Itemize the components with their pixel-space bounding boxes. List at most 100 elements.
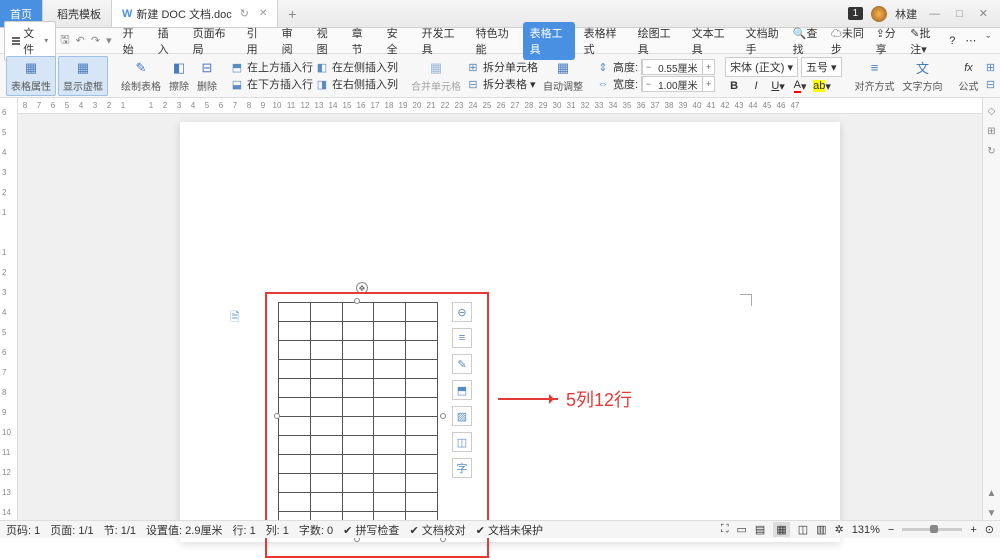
rside-scroll-up[interactable]: ▲	[985, 486, 999, 500]
status-words[interactable]: 字数: 0	[299, 522, 333, 538]
insert-below-button[interactable]: ⬓在下方插入行	[230, 76, 313, 92]
status-row[interactable]: 行: 1	[232, 522, 255, 538]
menu-dev[interactable]: 开发工具	[415, 22, 467, 60]
view-web-icon[interactable]: ▭	[737, 523, 747, 536]
erase-button[interactable]: ◧擦除	[166, 59, 192, 93]
view-fullscreen-icon[interactable]: ⛶	[721, 523, 729, 536]
menu-review[interactable]: 审阅	[275, 22, 308, 60]
showvr-button[interactable]: ▦显示虚框	[58, 56, 108, 96]
status-section[interactable]: 节: 1/1	[104, 522, 136, 538]
handle-w[interactable]	[274, 413, 280, 419]
highlight-button[interactable]: ab▾	[813, 78, 831, 94]
more-icon[interactable]: ⋯	[965, 34, 976, 47]
menu-ref[interactable]: 引用	[240, 22, 273, 60]
merge-button[interactable]: ▦合并单元格	[408, 59, 464, 93]
insert-above-button[interactable]: ⬒在上方插入行	[230, 59, 313, 75]
table[interactable]	[278, 302, 438, 531]
sidetool-chart[interactable]: ◫	[452, 432, 472, 452]
rside-scroll-down[interactable]: ▼	[985, 506, 999, 520]
menu-layout[interactable]: 页面布局	[186, 22, 238, 60]
insert-left-button[interactable]: ◧在左侧插入列	[315, 59, 398, 75]
insert-right-button[interactable]: ◨在右侧插入列	[315, 76, 398, 92]
help-icon[interactable]: ?	[949, 35, 955, 47]
menu-start[interactable]: 开始	[116, 22, 149, 60]
status-proof[interactable]: ✔ 文档校对	[409, 522, 465, 538]
zoom-fit-icon[interactable]: ⊙	[985, 523, 994, 536]
sidetool-pen[interactable]: ✎	[452, 354, 472, 374]
menu-special[interactable]: 特色功能	[469, 22, 521, 60]
status-setpos[interactable]: 设置值: 2.9厘米	[146, 522, 222, 538]
rside-btn3[interactable]: ↻	[985, 144, 999, 158]
repeathdr-button[interactable]: ⊟标题行重复	[984, 76, 1000, 92]
zoom-label[interactable]: 131%	[852, 524, 880, 536]
italic-button[interactable]: I	[747, 78, 765, 94]
menu-insert[interactable]: 插入	[151, 22, 184, 60]
view-print-icon[interactable]: ▦	[773, 522, 789, 537]
menu-tablestyle[interactable]: 表格样式	[577, 22, 629, 60]
qat-save-icon[interactable]: 🖫	[58, 31, 71, 50]
drawtable-button[interactable]: ✎绘制表格	[118, 59, 164, 93]
view-focus-icon[interactable]: ✲	[835, 523, 844, 536]
status-protect[interactable]: ✔ 文档未保护	[476, 522, 543, 538]
quickcalc-button[interactable]: ⊞快速计算▾	[984, 59, 1000, 75]
width-spinner[interactable]: −1.00厘米+	[641, 76, 715, 92]
search-button[interactable]: 🔍查找	[793, 25, 821, 57]
menu-section[interactable]: 章节	[345, 22, 378, 60]
zoom-in-icon[interactable]: +	[970, 524, 976, 536]
avatar[interactable]	[871, 6, 887, 22]
align-button[interactable]: ≡对齐方式	[852, 59, 898, 93]
qat-more-icon[interactable]: ▾	[104, 34, 114, 47]
handle-e[interactable]	[440, 413, 446, 419]
delete-button[interactable]: ⊟删除	[194, 59, 220, 93]
menu-view[interactable]: 视图	[310, 22, 343, 60]
zoom-out-icon[interactable]: −	[888, 524, 894, 536]
sync-button[interactable]: ☁未同步	[831, 25, 866, 57]
maximize-icon[interactable]: □	[952, 8, 967, 20]
view-read-icon[interactable]: ◫	[798, 523, 808, 536]
qat-undo-icon[interactable]: ↶	[74, 34, 87, 47]
menu-drawtool[interactable]: 绘图工具	[631, 22, 683, 60]
view-outline-icon[interactable]: ▤	[755, 523, 765, 536]
comment-button[interactable]: ✎批注▾	[910, 25, 939, 57]
collapse-ribbon-icon[interactable]: ˇ	[986, 35, 990, 47]
refresh-icon[interactable]: ↻	[240, 7, 249, 20]
close-tab-icon[interactable]: ✕	[259, 8, 267, 19]
fontcolor-button[interactable]: A▾	[791, 78, 809, 94]
sidetool-text[interactable]: 字	[452, 458, 472, 478]
minimize-icon[interactable]: —	[925, 8, 944, 20]
vertical-ruler[interactable]: 6543211234567891011121314	[0, 98, 18, 520]
badge[interactable]: 1	[848, 7, 864, 20]
status-col[interactable]: 列: 1	[266, 522, 289, 538]
share-button[interactable]: ⇪分享	[876, 25, 901, 57]
rside-btn1[interactable]: ◇	[985, 104, 999, 118]
view-book-icon[interactable]: ▥	[816, 523, 826, 536]
status-pages[interactable]: 页面: 1/1	[50, 522, 93, 538]
menu-file[interactable]: 文件▾	[4, 21, 56, 61]
qat-redo-icon[interactable]: ↷	[89, 34, 102, 47]
sidetool-minus[interactable]: ⊖	[452, 302, 472, 322]
menu-safe[interactable]: 安全	[380, 22, 413, 60]
status-spell[interactable]: ✔ 拼写检查	[343, 522, 399, 538]
sidetool-align[interactable]: ≡	[452, 328, 472, 348]
splitcell-button[interactable]: ⊞拆分单元格	[466, 59, 538, 75]
zoom-slider[interactable]	[902, 528, 962, 531]
height-spinner[interactable]: −0.55厘米+	[641, 59, 715, 75]
horizontal-ruler[interactable]: 8765432112345678910111213141516171819202…	[18, 98, 982, 114]
sidetool-fill[interactable]: ⬒	[452, 380, 472, 400]
splittable-button[interactable]: ⊟拆分表格▾	[466, 76, 538, 92]
status-page[interactable]: 页码: 1	[6, 522, 40, 538]
close-icon[interactable]: ✕	[975, 7, 992, 20]
textdir-button[interactable]: 文文字方向	[900, 59, 946, 93]
bold-button[interactable]: B	[725, 78, 743, 94]
rside-btn2[interactable]: ⊞	[985, 124, 999, 138]
fontsize-select[interactable]: 五号▾	[801, 57, 842, 77]
handle-n[interactable]	[354, 298, 360, 304]
sidetool-image[interactable]: ▨	[452, 406, 472, 426]
menu-tabletool[interactable]: 表格工具	[523, 22, 575, 60]
menu-doccmd[interactable]: 文档助手	[739, 22, 791, 60]
tableprops-button[interactable]: ▦表格属性	[6, 56, 56, 96]
fx-button[interactable]: fx公式	[956, 59, 982, 93]
underline-button[interactable]: U▾	[769, 78, 787, 94]
menu-texttool[interactable]: 文本工具	[685, 22, 737, 60]
autofit-button[interactable]: ▦自动调整	[540, 59, 586, 93]
